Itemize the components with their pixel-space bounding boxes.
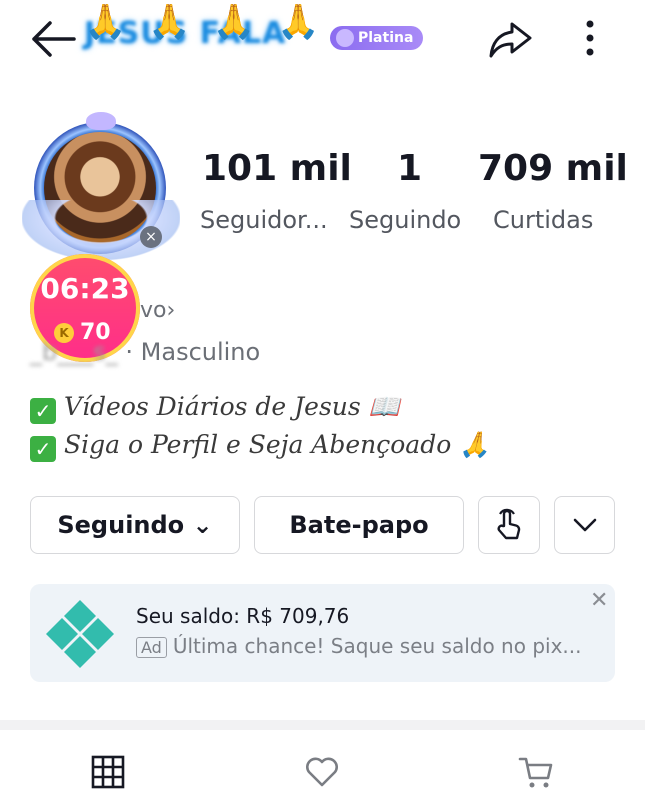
following-count[interactable]: 1: [397, 148, 422, 189]
chevron-down-icon: [573, 518, 596, 532]
check-icon: ✓: [30, 398, 56, 424]
back-arrow-icon[interactable]: [30, 20, 76, 58]
divider: [0, 720, 645, 730]
ad-text: Última chance! Saque seu saldo no pix...: [172, 634, 582, 658]
platinum-badge[interactable]: Platina: [330, 26, 424, 50]
cart-icon[interactable]: [518, 754, 554, 790]
avatar-crown-decoration: [86, 112, 116, 130]
avatar[interactable]: ×: [22, 112, 180, 270]
followers-count[interactable]: 101 mil: [202, 148, 352, 189]
timer-time: 06:23: [40, 272, 130, 305]
poke-hand-icon: [497, 508, 521, 540]
bio-line: ✓ Vídeos Diários de Jesus 📖: [30, 392, 400, 424]
ad-tag: Ad: [136, 637, 167, 658]
badge-icon: [336, 29, 354, 47]
ad-title: Seu saldo: R$ 709,76: [136, 604, 350, 628]
profile-handle: _b___s_: [30, 338, 118, 366]
pix-logo-icon: [46, 600, 114, 668]
badge-label: Platina: [358, 30, 414, 46]
likes-count[interactable]: 709 mil: [478, 148, 628, 189]
followers-label[interactable]: Seguidor...: [200, 206, 328, 234]
bio-text: Siga o Perfil e Seja Abençoado 🙏: [64, 430, 491, 459]
following-label[interactable]: Seguindo: [349, 206, 461, 234]
check-icon: ✓: [30, 436, 56, 462]
following-button[interactable]: Seguindo ⌄: [30, 496, 240, 554]
grid-icon[interactable]: [90, 754, 126, 790]
profile-title: JESUS FALA 🙏🙏🙏🙏: [84, 2, 319, 58]
profile-status-link[interactable]: vo›: [140, 298, 175, 323]
ad-card[interactable]: Seu saldo: R$ 709,76 Ad Última chance! Sa…: [30, 584, 615, 682]
bio-line: ✓ Siga o Perfil e Seja Abençoado 🙏: [30, 430, 490, 462]
share-icon[interactable]: [488, 20, 532, 60]
bio-text: Vídeos Diários de Jesus 📖: [64, 392, 400, 421]
profile-gender: · Masculino: [125, 338, 261, 366]
likes-label[interactable]: Curtidas: [493, 206, 593, 234]
more-icon[interactable]: [578, 18, 602, 58]
close-icon[interactable]: ✕: [590, 588, 608, 613]
title-emojis: 🙏🙏🙏🙏: [84, 2, 342, 42]
more-options-button[interactable]: [554, 496, 615, 554]
chat-button[interactable]: Bate-papo: [254, 496, 464, 554]
profile-meta: _b___s_ · Masculino: [30, 338, 260, 366]
poke-button[interactable]: [478, 496, 540, 554]
ad-description: Ad Última chance! Saque seu saldo no pix.…: [136, 634, 582, 658]
heart-icon[interactable]: [304, 754, 340, 790]
close-icon[interactable]: ×: [140, 226, 162, 248]
